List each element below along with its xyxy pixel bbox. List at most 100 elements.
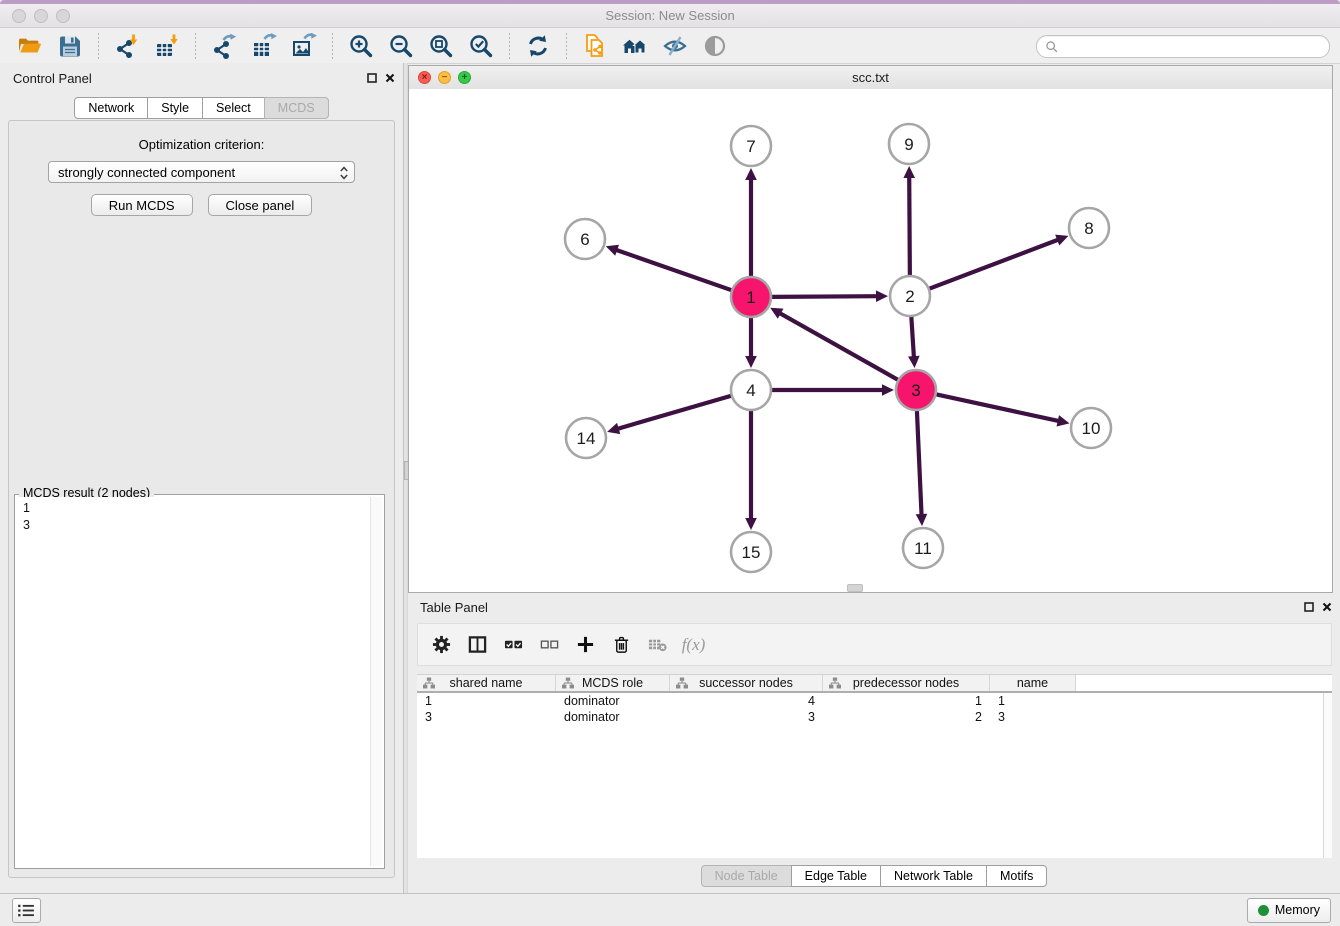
edge-2-8[interactable]	[930, 239, 1060, 289]
float-table-panel-icon[interactable]	[1304, 602, 1314, 612]
function-builder-button[interactable]: f(x)	[678, 629, 709, 660]
cell-mcds-role[interactable]: dominator	[556, 694, 670, 708]
window-zoom-button[interactable]	[56, 9, 70, 23]
table-panel-header: Table Panel	[408, 593, 1340, 621]
mcds-result-box: MCDS result (2 nodes) 13	[14, 494, 385, 869]
search-input[interactable]	[1064, 38, 1321, 56]
tab-network[interactable]: Network	[74, 97, 148, 119]
result-line: 3	[23, 517, 369, 534]
close-table-panel-icon[interactable]	[1322, 602, 1332, 612]
window-controls	[12, 9, 70, 23]
table-tab-edge-table[interactable]: Edge Table	[791, 865, 881, 887]
cell-predecessor-nodes[interactable]: 2	[823, 710, 990, 724]
edge-1-2[interactable]	[772, 296, 879, 297]
clone-network-button[interactable]	[577, 31, 613, 61]
table-tab-node-table[interactable]: Node Table	[701, 865, 792, 887]
export-network-button[interactable]	[206, 31, 242, 61]
window-title: Session: New Session	[0, 8, 1340, 23]
import-table-button[interactable]	[149, 31, 185, 61]
export-table-button[interactable]	[246, 31, 282, 61]
run-mcds-button[interactable]: Run MCDS	[91, 194, 193, 216]
toggle-visibility-button[interactable]	[697, 31, 733, 61]
eye-gray-icon	[702, 33, 728, 59]
export-image-button[interactable]	[286, 31, 322, 61]
eye-slash-icon	[662, 33, 688, 59]
close-panel-icon[interactable]	[385, 73, 395, 83]
criterion-dropdown[interactable]: strongly connected component	[48, 161, 355, 183]
edge-arrowhead	[882, 384, 894, 396]
close-panel-button[interactable]: Close panel	[208, 194, 313, 216]
edge-4-14[interactable]	[616, 396, 731, 429]
edge-2-3[interactable]	[911, 317, 914, 359]
app-window: Session: New Session Control Panel Netwo…	[0, 0, 1340, 926]
cell-mcds-role[interactable]: dominator	[556, 710, 670, 724]
network-graph[interactable]: 7968124314101511	[409, 89, 1332, 592]
column-header-shared-name[interactable]: shared name	[417, 675, 556, 691]
network-maximize-button[interactable]: +	[458, 71, 471, 84]
zoom-in-button[interactable]	[343, 31, 379, 61]
import-network-button[interactable]	[109, 31, 145, 61]
edge-1-6[interactable]	[614, 249, 731, 290]
node-label-14: 14	[577, 429, 596, 448]
column-header-name[interactable]: name	[990, 675, 1076, 691]
table-settings-button[interactable]	[426, 629, 457, 660]
table-row[interactable]: 3dominator323	[417, 709, 1332, 725]
save-session-button[interactable]	[52, 31, 88, 61]
table-tab-motifs[interactable]: Motifs	[986, 865, 1047, 887]
cell-shared-name[interactable]: 3	[417, 710, 556, 724]
trash-icon	[612, 635, 631, 654]
column-layout-button[interactable]	[462, 629, 493, 660]
node-label-11: 11	[914, 539, 932, 558]
float-panel-icon[interactable]	[367, 73, 377, 83]
hide-graphics-details-button[interactable]	[657, 31, 693, 61]
task-history-button[interactable]	[12, 898, 41, 923]
result-scrollbar[interactable]	[370, 497, 382, 866]
search-box[interactable]	[1036, 35, 1330, 58]
delete-table-button[interactable]	[642, 629, 673, 660]
cell-successor-nodes[interactable]: 3	[670, 710, 823, 724]
cell-predecessor-nodes[interactable]: 1	[823, 694, 990, 708]
tab-style[interactable]: Style	[147, 97, 203, 119]
edge-arrowhead	[1057, 415, 1070, 426]
delete-column-button[interactable]	[606, 629, 637, 660]
import-network-icon	[114, 33, 140, 59]
node-label-10: 10	[1082, 419, 1101, 438]
column-header-predecessor-nodes[interactable]: predecessor nodes	[823, 675, 990, 691]
edge-3-10[interactable]	[937, 394, 1061, 421]
main-area: Control Panel NetworkStyleSelectMCDS Opt…	[0, 63, 1340, 893]
column-header-label: shared name	[450, 676, 523, 690]
zoom-selected-button[interactable]	[463, 31, 499, 61]
network-overview-button[interactable]	[617, 31, 653, 61]
select-all-rows-button[interactable]	[498, 629, 529, 660]
network-close-button[interactable]: ×	[418, 71, 431, 84]
add-column-button[interactable]	[570, 629, 601, 660]
cell-name[interactable]: 3	[990, 710, 1076, 724]
clear-row-selection-button[interactable]	[534, 629, 565, 660]
zoom-fit-button[interactable]	[423, 31, 459, 61]
network-minimize-button[interactable]: −	[438, 71, 451, 84]
cell-successor-nodes[interactable]: 4	[670, 694, 823, 708]
edge-2-9[interactable]	[909, 175, 910, 275]
zoom-out-button[interactable]	[383, 31, 419, 61]
tab-select[interactable]: Select	[202, 97, 265, 119]
window-close-button[interactable]	[12, 9, 26, 23]
cell-shared-name[interactable]: 1	[417, 694, 556, 708]
gear-icon	[432, 635, 451, 654]
mcds-result-text[interactable]: 13	[17, 497, 369, 866]
tab-mcds[interactable]: MCDS	[264, 97, 329, 119]
memory-button[interactable]: Memory	[1247, 898, 1331, 923]
horizontal-splitter[interactable]	[847, 584, 863, 592]
edge-3-1[interactable]	[778, 312, 898, 379]
mcds-buttons: Run MCDS Close panel	[9, 194, 394, 216]
cell-name[interactable]: 1	[990, 694, 1076, 708]
table-scrollbar[interactable]	[1323, 693, 1332, 858]
table-tab-network-table[interactable]: Network Table	[880, 865, 987, 887]
refresh-view-button[interactable]	[520, 31, 556, 61]
open-file-button[interactable]	[12, 31, 48, 61]
table-row[interactable]: 1dominator411	[417, 693, 1332, 709]
window-minimize-button[interactable]	[34, 9, 48, 23]
column-header-successor-nodes[interactable]: successor nodes	[670, 675, 823, 691]
edge-3-11[interactable]	[917, 411, 922, 517]
network-canvas[interactable]: 7968124314101511	[409, 89, 1332, 592]
column-header-mcds-role[interactable]: MCDS role	[556, 675, 670, 691]
